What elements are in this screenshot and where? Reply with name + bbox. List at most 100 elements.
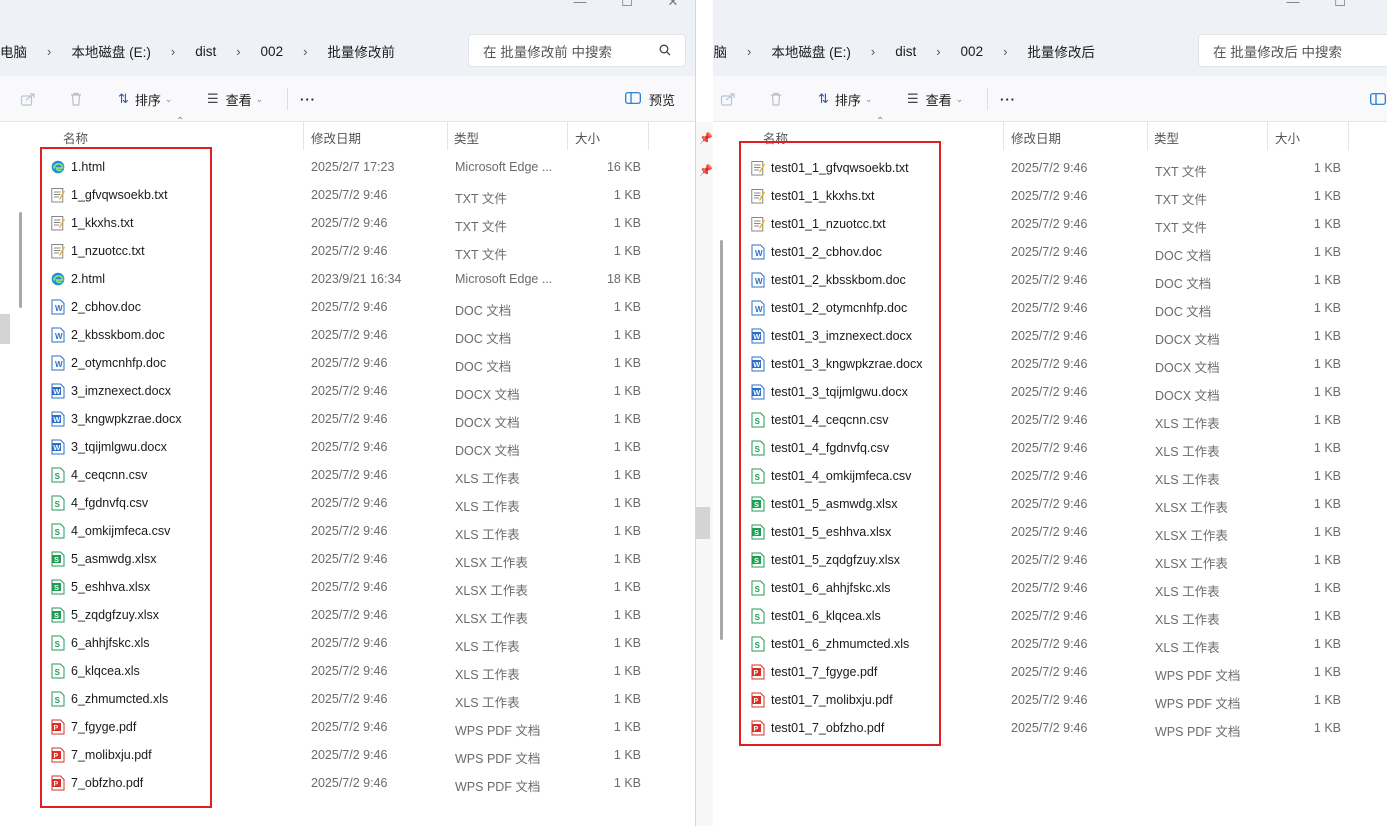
file-type: TXT 文件: [455, 192, 507, 206]
chevron-right-icon[interactable]: ›: [47, 44, 51, 59]
chevron-right-icon[interactable]: ›: [936, 44, 940, 59]
breadcrumb-item[interactable]: 本地磁盘 (E:): [71, 41, 151, 61]
maximize-button[interactable]: ☐: [607, 0, 647, 10]
quick-access-strip: 📌 📌: [696, 122, 713, 826]
file-size: 1 KB: [613, 468, 641, 482]
share-icon[interactable]: [720, 89, 736, 109]
file-size: 1 KB: [1313, 721, 1341, 735]
breadcrumb-item[interactable]: dist: [195, 44, 216, 59]
breadcrumb-item[interactable]: 电脑: [713, 41, 727, 61]
column-size[interactable]: 大小: [1275, 128, 1300, 147]
scrollbar-thumb[interactable]: [19, 212, 22, 308]
file-type: TXT 文件: [1155, 221, 1207, 235]
file-size: 1 KB: [1313, 553, 1341, 567]
chevron-right-icon[interactable]: ›: [171, 44, 175, 59]
column-divider[interactable]: [447, 122, 448, 150]
file-size: 1 KB: [1313, 441, 1341, 455]
file-date: 2025/7/2 9:46: [311, 244, 388, 258]
column-divider[interactable]: [1348, 122, 1349, 150]
preview-pane-icon[interactable]: [1370, 89, 1386, 109]
file-date: 2025/7/2 9:46: [311, 496, 388, 510]
file-size: 1 KB: [1313, 525, 1341, 539]
column-divider[interactable]: [567, 122, 568, 150]
file-type: WPS PDF 文档: [1155, 669, 1241, 683]
sort-button[interactable]: ⇅ 排序 ⌄: [118, 89, 172, 109]
chevron-right-icon[interactable]: ›: [747, 44, 751, 59]
chevron-down-icon: ⌄: [164, 93, 173, 104]
minimize-button[interactable]: —: [1273, 0, 1313, 9]
explorer-window-after: — ☐ 电脑 › 本地磁盘 (E:) › dist › 002 › 批量修改后 …: [713, 0, 1387, 826]
file-type: DOCX 文档: [455, 388, 520, 402]
file-size: 1 KB: [613, 412, 641, 426]
share-icon[interactable]: [20, 89, 36, 109]
sort-button[interactable]: ⇅ 排序 ⌄: [818, 89, 872, 109]
close-button[interactable]: ✕: [653, 0, 693, 10]
nav-pane-scrollbar[interactable]: [0, 314, 10, 344]
file-date: 2025/7/2 9:46: [311, 580, 388, 594]
file-size: 1 KB: [613, 692, 641, 706]
file-date: 2025/7/2 9:46: [311, 412, 388, 426]
file-size: 16 KB: [606, 160, 641, 174]
search-input[interactable]: 在 批量修改前 中搜索: [468, 34, 686, 67]
sort-icon: ⇅: [118, 91, 129, 106]
file-type: TXT 文件: [1155, 193, 1207, 207]
more-options-button[interactable]: ···: [1000, 89, 1016, 109]
chevron-down-icon: ⌄: [955, 93, 964, 104]
file-type: XLSX 工作表: [455, 612, 528, 626]
scrollbar-thumb[interactable]: [720, 240, 723, 640]
minimize-button[interactable]: —: [560, 0, 600, 9]
chevron-right-icon[interactable]: ›: [871, 44, 875, 59]
file-type: WPS PDF 文档: [455, 724, 541, 738]
file-date: 2025/7/2 9:46: [311, 664, 388, 678]
breadcrumb-item[interactable]: 批量修改后: [1027, 41, 1095, 61]
search-input[interactable]: 在 批量修改后 中搜索: [1198, 34, 1387, 67]
column-divider[interactable]: [303, 122, 304, 150]
search-placeholder: 在 批量修改前 中搜索: [483, 44, 613, 60]
chevron-right-icon[interactable]: ›: [236, 44, 240, 59]
file-size: 1 KB: [613, 720, 641, 734]
file-date: 2025/7/2 9:46: [1011, 273, 1088, 287]
file-type: XLS 工作表: [1155, 613, 1220, 627]
view-button[interactable]: ☰ 查看 ⌄: [907, 89, 963, 109]
breadcrumb-item[interactable]: 002: [261, 44, 284, 59]
column-divider[interactable]: [1147, 122, 1148, 150]
delete-icon[interactable]: [768, 89, 784, 109]
pin-icon[interactable]: 📌: [699, 164, 713, 177]
file-date: 2025/2/7 17:23: [311, 160, 395, 174]
sort-label: 排序: [134, 92, 161, 108]
chevron-right-icon[interactable]: ›: [303, 44, 307, 59]
column-divider[interactable]: [648, 122, 649, 150]
breadcrumb-item[interactable]: 本地磁盘 (E:): [771, 41, 851, 61]
more-options-button[interactable]: ···: [300, 89, 316, 109]
breadcrumb-item[interactable]: 002: [961, 44, 984, 59]
sort-ascending-icon: ⌃: [176, 116, 185, 127]
column-name[interactable]: 名称: [63, 128, 88, 147]
column-date[interactable]: 修改日期: [311, 128, 361, 147]
chevron-right-icon[interactable]: ›: [1003, 44, 1007, 59]
breadcrumb-item[interactable]: dist: [895, 44, 916, 59]
maximize-button[interactable]: ☐: [1320, 0, 1360, 10]
column-type[interactable]: 类型: [1154, 128, 1179, 147]
pin-icon[interactable]: 📌: [699, 132, 713, 145]
file-type: XLS 工作表: [1155, 641, 1220, 655]
file-date: 2025/7/2 9:46: [1011, 301, 1088, 315]
column-divider[interactable]: [1003, 122, 1004, 150]
scrollbar-thumb[interactable]: [696, 507, 710, 539]
column-date[interactable]: 修改日期: [1011, 128, 1061, 147]
file-date: 2025/7/2 9:46: [1011, 721, 1088, 735]
column-type[interactable]: 类型: [454, 128, 479, 147]
preview-button[interactable]: 预览: [625, 89, 675, 109]
file-type: XLSX 工作表: [1155, 557, 1228, 571]
title-bar: — ☐: [713, 0, 1387, 26]
breadcrumb-item[interactable]: 电脑: [0, 41, 27, 61]
view-button[interactable]: ☰ 查看 ⌄: [207, 89, 263, 109]
file-type: DOCX 文档: [1155, 361, 1220, 375]
file-size: 1 KB: [613, 244, 641, 258]
breadcrumb-item[interactable]: 批量修改前: [327, 41, 395, 61]
search-icon: [659, 44, 671, 56]
column-divider[interactable]: [1267, 122, 1268, 150]
column-size[interactable]: 大小: [575, 128, 600, 147]
file-date: 2025/7/2 9:46: [1011, 525, 1088, 539]
file-type: XLS 工作表: [1155, 417, 1220, 431]
delete-icon[interactable]: [68, 89, 84, 109]
